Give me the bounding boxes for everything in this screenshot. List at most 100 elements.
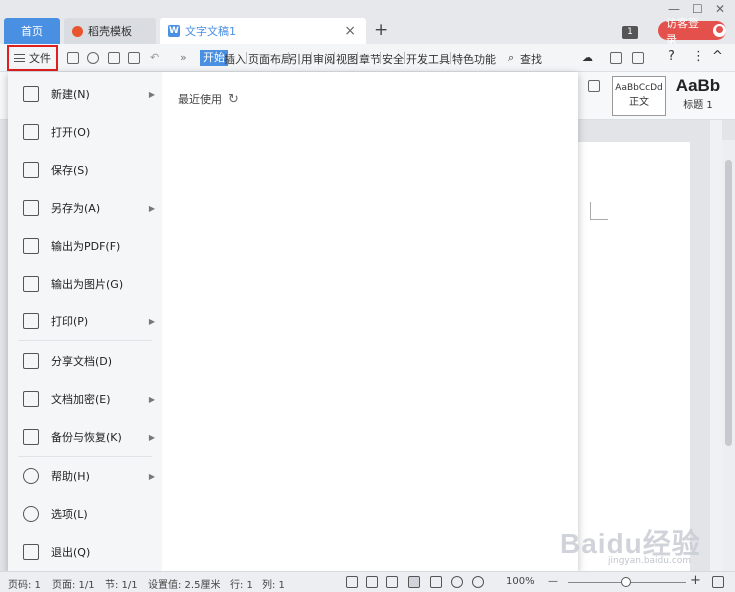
search-icon[interactable]: ⌕: [508, 51, 514, 65]
save-icon[interactable]: [67, 52, 79, 64]
reading-mode-icon[interactable]: [366, 576, 378, 588]
encrypt-icon: [23, 391, 39, 407]
vertical-scrollbar[interactable]: [722, 140, 735, 571]
save-as-icon: [23, 200, 39, 216]
status-row[interactable]: 行: 1: [230, 576, 253, 591]
menu-item-save-as[interactable]: 另存为(A) ▶: [8, 190, 162, 226]
tab-document[interactable]: W 文字文稿1 ×: [160, 18, 366, 44]
submenu-arrow-icon: ▶: [148, 203, 155, 213]
window-count-badge[interactable]: 1: [622, 26, 638, 39]
fullscreen-icon[interactable]: [346, 576, 358, 588]
more-commands-icon[interactable]: »: [180, 51, 187, 64]
eye-protection-icon[interactable]: [472, 576, 484, 588]
undo-icon[interactable]: ↶: [150, 51, 159, 64]
ribbon-tab-security[interactable]: 安全: [382, 51, 404, 67]
ribbon-tab-features[interactable]: 特色功能: [452, 51, 496, 67]
web-view-icon[interactable]: [451, 576, 463, 588]
ribbon-tab-developer[interactable]: 开发工具: [406, 51, 450, 67]
close-window-icon[interactable]: ✕: [715, 2, 725, 16]
more-options-icon[interactable]: ⋮: [692, 49, 705, 64]
history-icon[interactable]: [632, 52, 644, 64]
submenu-arrow-icon: ▶: [148, 432, 155, 442]
write-mode-icon[interactable]: [386, 576, 398, 588]
style-normal[interactable]: AaBbCcDd 正文: [612, 76, 666, 116]
menu-item-label: 另存为(A): [51, 202, 101, 215]
ribbon-tab-review[interactable]: 审阅: [313, 51, 335, 67]
docer-icon: [72, 25, 83, 37]
status-page-number[interactable]: 页码: 1: [8, 576, 41, 591]
file-menu-button[interactable]: 文件: [7, 45, 58, 71]
tab-document-label: 文字文稿1: [185, 25, 236, 38]
style-heading-1[interactable]: AaBb 标题 1: [668, 76, 728, 116]
zoom-out-icon[interactable]: —: [548, 576, 558, 587]
avatar-icon: [713, 24, 726, 37]
options-gear-icon: [23, 506, 39, 522]
menu-item-new[interactable]: 新建(N) ▶: [8, 76, 162, 112]
collapse-ribbon-icon[interactable]: ^: [712, 49, 723, 64]
share-icon[interactable]: [610, 52, 622, 64]
ribbon-tab-references[interactable]: 引用: [290, 51, 312, 67]
menu-item-print[interactable]: 打印(P) ▶: [8, 303, 162, 339]
zoom-slider-handle[interactable]: [621, 577, 631, 587]
print-preview-icon[interactable]: [128, 52, 140, 64]
outline-view-icon[interactable]: [430, 576, 442, 588]
fit-window-icon[interactable]: [712, 576, 724, 588]
menu-item-label: 备份与恢复(K): [51, 431, 122, 444]
cloud-sync-icon[interactable]: ☁: [582, 51, 593, 64]
menu-item-share[interactable]: 分享文档(D): [8, 343, 162, 379]
ribbon-tab-section[interactable]: 章节: [359, 51, 381, 67]
margin-corner-mark: [590, 202, 608, 220]
menu-item-label: 打开(O): [51, 126, 91, 139]
style-normal-label: 正文: [629, 97, 649, 108]
tab-template[interactable]: 稻壳模板: [64, 18, 156, 44]
menu-item-exit[interactable]: 退出(Q): [8, 534, 162, 570]
status-section[interactable]: 节: 1/1: [105, 576, 138, 591]
menu-item-encrypt[interactable]: 文档加密(E) ▶: [8, 381, 162, 417]
divider: [357, 52, 358, 64]
status-setting-value[interactable]: 设置值: 2.5厘米: [148, 576, 220, 591]
tab-home[interactable]: 首页: [4, 18, 60, 44]
scrollbar-thumb[interactable]: [725, 160, 732, 446]
zoom-level[interactable]: 100%: [506, 576, 535, 587]
toolbar: 文件 ↶ » 开始 插入 页面布局 引用 审阅 视图 章节 安全 开发工具 特色…: [0, 44, 735, 72]
ribbon-tab-page-layout[interactable]: 页面布局: [248, 51, 292, 67]
menu-divider: [18, 456, 152, 457]
status-column[interactable]: 列: 1: [262, 576, 285, 591]
help-icon[interactable]: ?: [668, 49, 675, 64]
ribbon-tab-insert[interactable]: 插入: [224, 51, 246, 67]
zoom-in-icon[interactable]: +: [690, 573, 701, 588]
menu-item-label: 新建(N): [51, 88, 90, 101]
guest-login-label: 访客登录: [666, 16, 699, 46]
menu-item-label: 输出为图片(G): [51, 278, 124, 291]
print-icon[interactable]: [108, 52, 120, 64]
ribbon-tab-view[interactable]: 视图: [336, 51, 358, 67]
menu-item-label: 文档加密(E): [51, 393, 111, 406]
close-tab-icon[interactable]: ×: [344, 23, 356, 39]
recent-files-label: 最近使用: [178, 93, 222, 106]
tab-home-label: 首页: [21, 25, 43, 38]
menu-item-save[interactable]: 保存(S): [8, 152, 162, 188]
tab-template-label: 稻壳模板: [88, 25, 132, 38]
backup-icon: [23, 429, 39, 445]
menu-item-backup[interactable]: 备份与恢复(K) ▶: [8, 419, 162, 455]
menu-item-help[interactable]: 帮助(H) ▶: [8, 458, 162, 494]
menu-item-open[interactable]: 打开(O): [8, 114, 162, 150]
menu-item-export-image[interactable]: 输出为图片(G): [8, 266, 162, 302]
page-view-icon[interactable]: [408, 576, 420, 588]
status-pages[interactable]: 页面: 1/1: [52, 576, 95, 591]
menu-item-label: 帮助(H): [51, 470, 90, 483]
menu-item-export-pdf[interactable]: 输出为PDF(F): [8, 228, 162, 264]
help-icon: [23, 468, 39, 484]
table-icon[interactable]: [588, 80, 600, 92]
refresh-icon[interactable]: ↻: [228, 92, 239, 107]
recent-files-header: 最近使用 ↻: [178, 91, 239, 107]
add-tab-icon[interactable]: +: [374, 20, 388, 40]
export-icon[interactable]: [87, 52, 99, 64]
menu-item-label: 输出为PDF(F): [51, 240, 121, 253]
menu-item-options[interactable]: 选项(L): [8, 496, 162, 532]
search-label[interactable]: 查找: [520, 51, 542, 67]
guest-login-button[interactable]: 访客登录: [658, 17, 726, 46]
folder-open-icon: [23, 124, 39, 140]
file-menu-dropdown: 新建(N) ▶ 打开(O) 保存(S) 另存为(A) ▶ 输出为PDF(F) 输…: [8, 72, 578, 572]
new-doc-icon: [23, 86, 39, 102]
